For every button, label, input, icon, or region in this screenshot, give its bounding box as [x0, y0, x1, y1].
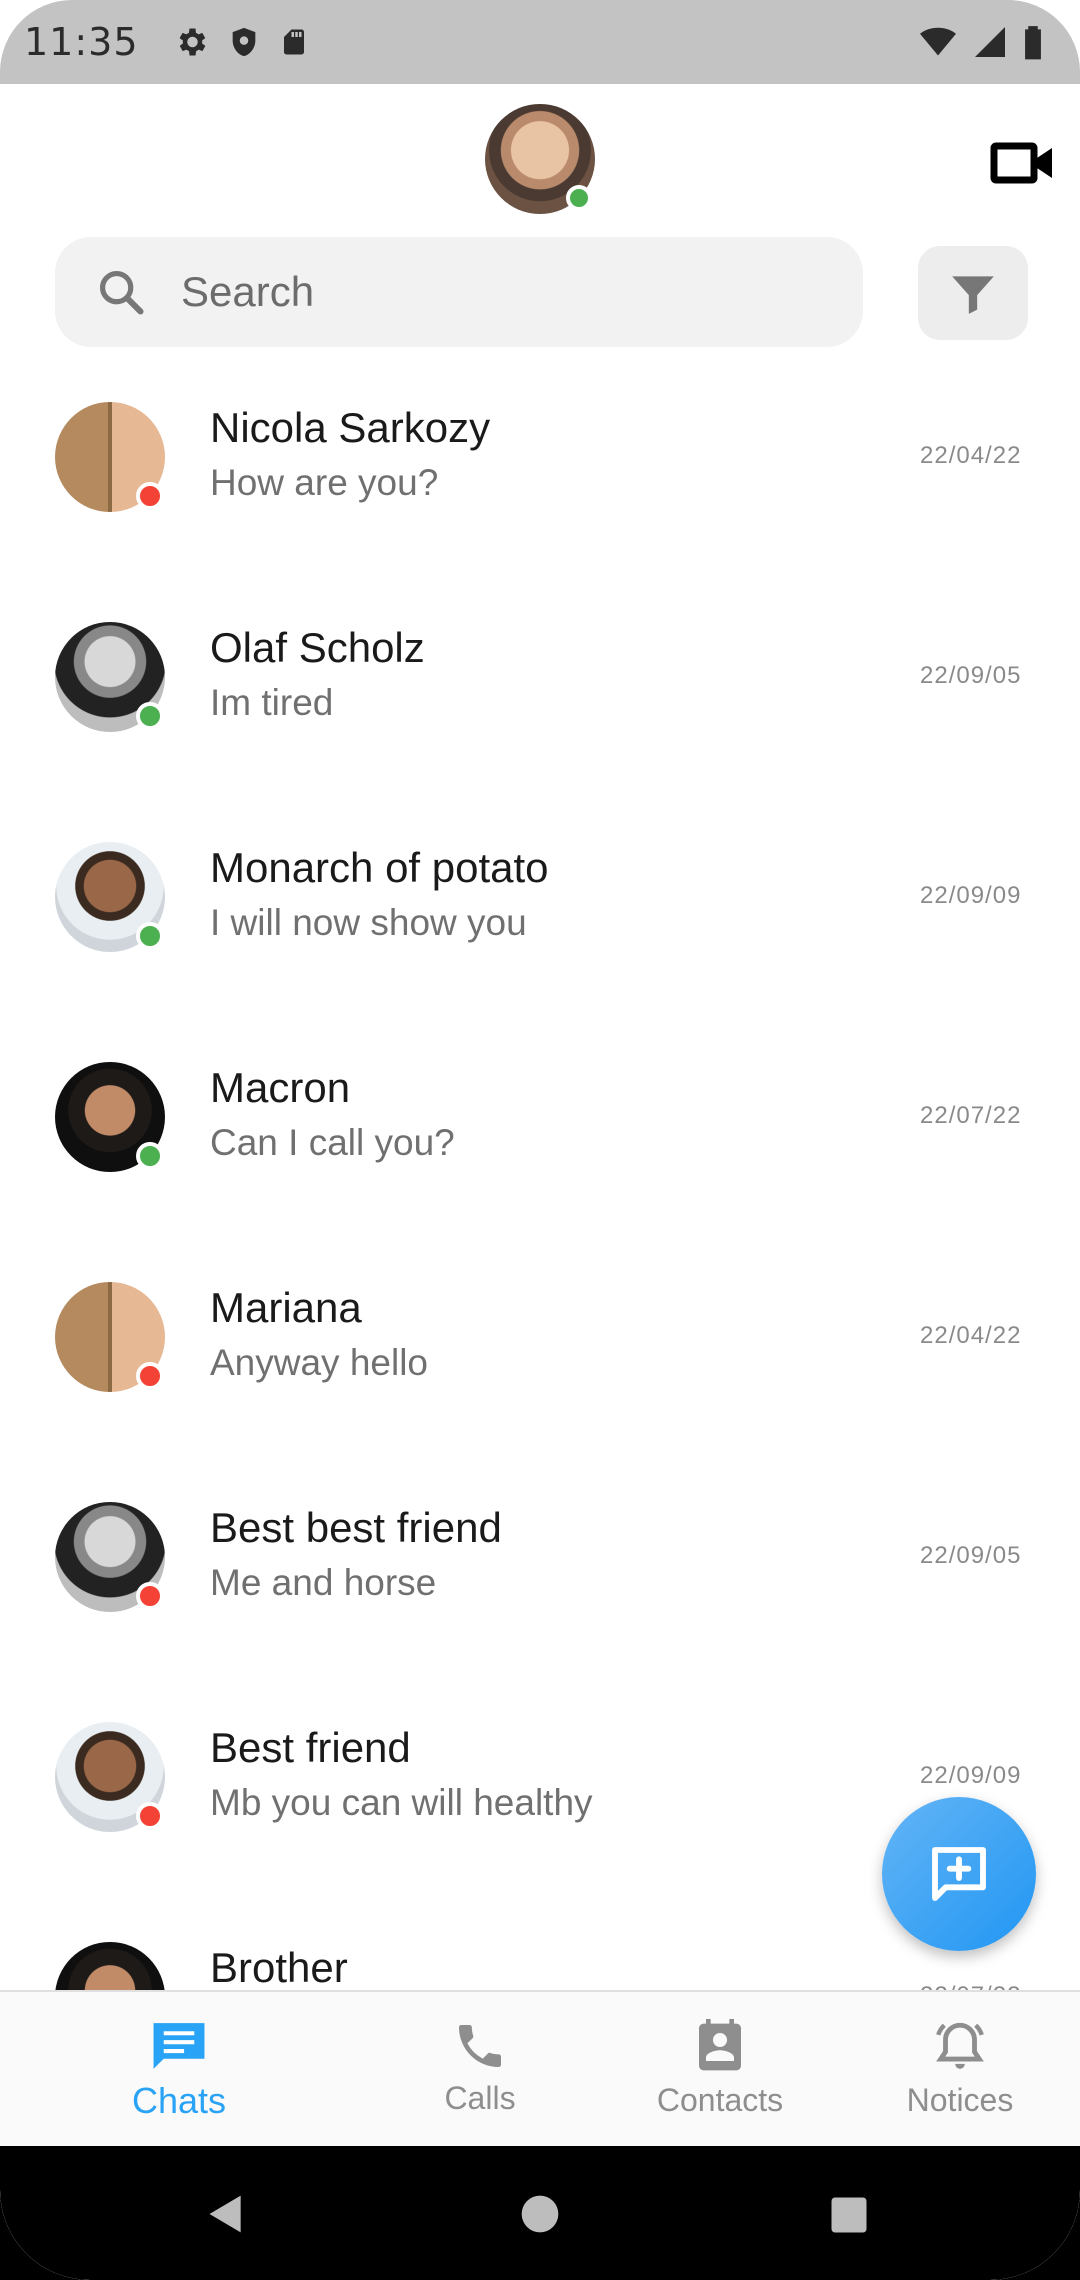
- wifi-icon: [920, 27, 956, 56]
- profile-online-indicator: [566, 185, 592, 211]
- sd-card-icon: [283, 29, 304, 55]
- avatar: [55, 1942, 165, 1990]
- chat-last-message: Me and horse: [210, 1562, 437, 1603]
- status-indicator: [136, 1362, 164, 1390]
- chat-date: 22/09/05: [920, 1542, 1022, 1569]
- status-indicator: [136, 922, 164, 950]
- new-chat-button[interactable]: [882, 1797, 1036, 1951]
- filter-button[interactable]: [918, 246, 1028, 340]
- status-time: 11:35: [24, 20, 139, 64]
- chat-name: Nicola Sarkozy: [210, 404, 491, 451]
- bell-icon: [936, 2022, 984, 2069]
- chat-row[interactable]: Olaf Scholz Im tired 22/09/05: [0, 596, 1080, 816]
- chat-name: Mariana: [210, 1284, 362, 1331]
- bottom-navigation: Chats Calls Contacts Notices: [0, 1990, 1080, 2146]
- chat-date: 22/07/22: [920, 1102, 1022, 1129]
- chat-row[interactable]: Mariana Anyway hello 22/04/22: [0, 1256, 1080, 1476]
- nav-calls[interactable]: Calls: [400, 1992, 560, 2148]
- chat-last-message: Anyway hello: [210, 1342, 429, 1383]
- chat-date: 22/09/09: [920, 1762, 1022, 1789]
- status-indicator: [136, 702, 164, 730]
- status-indicator: [136, 1142, 164, 1170]
- chat-date: 22/09/05: [920, 662, 1022, 689]
- search-input[interactable]: Search: [181, 268, 314, 316]
- phone-icon: [459, 2025, 501, 2067]
- back-icon[interactable]: [204, 2192, 248, 2236]
- status-indicator: [136, 1802, 164, 1830]
- status-indicator: [136, 1582, 164, 1610]
- chat-name: Olaf Scholz: [210, 624, 425, 671]
- contacts-icon: [699, 2019, 741, 2071]
- search-bar[interactable]: Search: [55, 237, 863, 347]
- chat-last-message: Mb you can will healthy: [210, 1782, 593, 1823]
- chat-row[interactable]: Monarch of potato I will now show you 22…: [0, 816, 1080, 1036]
- home-icon[interactable]: [518, 2192, 562, 2236]
- chat-date: 22/09/09: [920, 882, 1022, 909]
- nav-chats[interactable]: Chats: [98, 1992, 260, 2148]
- search-icon: [99, 270, 144, 315]
- nav-label: Chats: [131, 2080, 227, 2121]
- status-indicator: [136, 482, 164, 510]
- chat-row[interactable]: Best best friend Me and horse 22/09/05: [0, 1476, 1080, 1696]
- status-right-icons: [918, 23, 1044, 61]
- chat-date: 22/07/22: [920, 1982, 1021, 1990]
- chat-name: Best friend: [210, 1724, 411, 1771]
- video-call-icon[interactable]: [990, 138, 1056, 188]
- chat-name: Monarch of potato: [210, 844, 549, 891]
- settings-icon: [179, 28, 205, 56]
- shield-icon: [232, 27, 255, 57]
- chat-last-message: How are you?: [210, 462, 439, 503]
- add-message-icon: [932, 1847, 986, 1901]
- nav-contacts[interactable]: Contacts: [620, 1992, 820, 2148]
- signal-icon: [975, 27, 1005, 57]
- recents-icon[interactable]: [828, 2194, 870, 2236]
- chat-last-message: Im tired: [210, 682, 334, 723]
- chat-name: Best best friend: [210, 1504, 502, 1551]
- status-bar: 11:35: [0, 0, 1080, 84]
- chat-name: Macron: [210, 1064, 351, 1111]
- status-left-icons: [173, 24, 309, 60]
- chat-date: 22/04/22: [920, 442, 1022, 469]
- chat-icon: [153, 2023, 205, 2069]
- chat-last-message: Can I call you?: [210, 1122, 455, 1163]
- chat-row[interactable]: Nicola Sarkozy How are you? 22/04/22: [0, 376, 1080, 596]
- filter-icon: [952, 276, 994, 314]
- nav-label: Calls: [444, 2080, 516, 2116]
- chat-list[interactable]: Nicola Sarkozy How are you? 22/04/22 Ola…: [0, 376, 1080, 1990]
- battery-icon: [1025, 26, 1041, 60]
- nav-notices[interactable]: Notices: [880, 1992, 1040, 2148]
- nav-label: Notices: [906, 2082, 1014, 2118]
- system-navigation-bar: [0, 2146, 1080, 2280]
- app-header: [0, 84, 1080, 230]
- chat-name: Brother: [210, 1944, 348, 1990]
- chat-last-message: I will now show you: [210, 902, 527, 943]
- phone-screen: 11:35 Search Nicola Sarkozy How are you?…: [0, 0, 1080, 2280]
- chat-row[interactable]: Macron Can I call you? 22/07/22: [0, 1036, 1080, 1256]
- chat-date: 22/04/22: [920, 1322, 1022, 1349]
- nav-label: Contacts: [656, 2082, 784, 2118]
